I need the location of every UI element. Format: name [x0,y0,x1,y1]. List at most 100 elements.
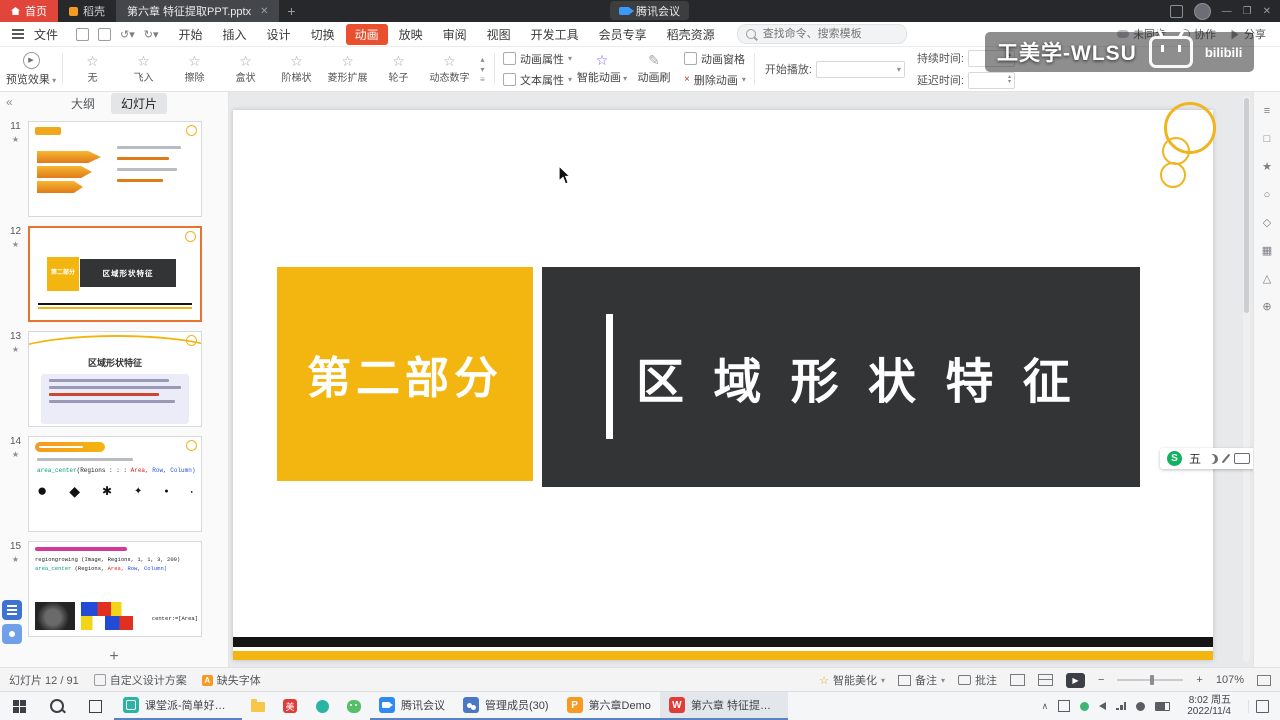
menu-devtools[interactable]: 开发工具 [522,24,588,45]
delete-animation-button[interactable]: × 删除动画 ▾ [684,72,746,88]
effects-icon[interactable]: ★ [1262,162,1272,173]
animation-dynamic-number[interactable]: ☆ 动态数字 [424,47,475,91]
slide-thumbnail-15[interactable]: regiongrowing (Image, Regions, 1, 1, 3, … [28,541,202,637]
tray-app-icon[interactable] [1058,700,1071,712]
taskbar-app-tencent-meeting[interactable]: 腾讯会议 [370,692,454,720]
animation-none[interactable]: ☆ 无 [67,47,118,91]
docer-tab[interactable]: 稻壳 [58,0,116,22]
scrollbar-thumb[interactable] [1244,98,1249,314]
ime-mode-label[interactable]: 五 [1189,450,1201,467]
comments-button[interactable]: 批注 [957,672,997,688]
zoom-level[interactable]: 107% [1216,674,1244,686]
color-icon[interactable]: ○ [1264,190,1271,201]
pen-icon[interactable] [1221,453,1231,464]
zoom-out-icon[interactable]: − [1098,674,1104,686]
title-box[interactable]: 区 域 形 状 特 征 [542,267,1140,487]
chart-icon[interactable]: △ [1263,274,1271,285]
menu-animation[interactable]: 动画 [345,23,388,45]
notes-button[interactable]: 备注 ▾ [897,672,945,688]
animation-brush-button[interactable]: ✎ 动画刷 [628,47,680,91]
play-slideshow-button[interactable]: ▶ [1065,672,1085,688]
redo-icon[interactable]: ↻▾ [144,28,159,41]
start-button[interactable] [0,692,38,720]
slide-thumbnail-13[interactable]: 区域形状特征 [28,331,202,427]
new-tab-button[interactable]: + [279,0,303,22]
zoom-slider[interactable] [1117,675,1184,685]
animation-wheel[interactable]: ☆ 轮子 [373,47,424,91]
restore-button[interactable]: ❐ [1243,6,1252,17]
slide-thumbnail-14[interactable]: area_center(Regions : : : Area, Row, Col… [28,436,202,532]
zoom-in-icon[interactable]: + [1196,674,1202,686]
ime-logo-icon[interactable]: S [1167,451,1182,466]
taskbar-feishu[interactable] [306,692,338,720]
plugin-icon[interactable]: ⊕ [1262,302,1271,313]
slide-12-editing-area[interactable]: 第二部分 区 域 形 状 特 征 [233,102,1216,660]
volume-icon[interactable] [1099,702,1107,710]
taskbar-file-explorer[interactable] [242,692,274,720]
menu-start[interactable]: 开始 [170,24,212,45]
taskbar-app-chapter6-demo[interactable]: P 第六章Demo [557,692,660,720]
shape-icon[interactable]: ◇ [1263,218,1271,229]
animation-wipe[interactable]: ☆ 擦除 [169,47,220,91]
clock[interactable]: 8:02 周五 2022/11/4 [1180,695,1238,717]
user-avatar[interactable] [1193,2,1211,20]
taskbar-app-manage-members[interactable]: 管理成员(30) [454,692,558,720]
grid-icon[interactable]: ▦ [1262,246,1272,257]
missing-font-warning[interactable]: A 缺失字体 [201,672,261,688]
apps-grid-icon[interactable] [1169,4,1183,18]
gallery-scroll-up-icon[interactable]: ▴ [480,55,484,64]
search-input[interactable] [760,27,875,41]
gallery-more-icon[interactable]: ≡ [480,75,485,84]
taskbar-meitu[interactable]: 美 [274,692,306,720]
animation-stairs[interactable]: ☆ 阶梯状 [271,47,322,91]
animation-pane-button[interactable]: 动画窗格 [684,51,746,67]
taskbar-search-button[interactable] [38,692,76,720]
slide-sorter-view-icon[interactable] [1037,674,1053,686]
hamburger-icon[interactable] [12,33,24,35]
smart-animation-button[interactable]: ☆ 智能动画 ▾ [576,47,628,91]
delay-spinner[interactable]: ▴ ▾ [968,71,1015,89]
menu-docer-resources[interactable]: 稻壳资源 [658,24,724,45]
animation-properties-button[interactable]: 动画属性 ▾ [503,51,572,67]
minimize-button[interactable]: — [1222,6,1232,17]
start-play-select[interactable]: ▾ [815,60,905,78]
menu-transition[interactable]: 切换 [302,24,344,45]
preview-effect-button[interactable]: ▶ 预览效果 ▾ [4,47,58,91]
animation-diamond[interactable]: ☆ 菱形扩展 [322,47,373,91]
menu-slideshow[interactable]: 放映 [390,24,432,45]
floating-widget-dot-icon[interactable] [2,624,22,644]
smart-beautify-button[interactable]: ☆ 智能美化 ▾ [819,672,885,688]
tab-outline[interactable]: 大纲 [61,93,105,114]
ime-toolbar[interactable]: S 五 [1160,448,1253,469]
tray-green-icon[interactable] [1080,701,1090,711]
menu-member[interactable]: 会员专享 [590,24,656,45]
keyboard-icon[interactable] [1234,453,1251,464]
tray-expand-icon[interactable]: ∧ [1042,701,1049,712]
tencent-meeting-pill[interactable]: 腾讯会议 [610,1,689,20]
collapse-panel-icon[interactable]: « [6,95,13,109]
fit-to-window-icon[interactable] [1257,674,1271,686]
animation-fly-in[interactable]: ☆ 飞入 [118,47,169,91]
design-scheme-button[interactable]: 自定义设计方案 [93,672,187,688]
tab-slides[interactable]: 幻灯片 [111,92,168,114]
document-tab[interactable]: 第六章 特征提取PPT.pptx ✕ [116,0,280,22]
gallery-scroll-down-icon[interactable]: ▾ [480,65,484,74]
normal-view-icon[interactable] [1009,674,1025,686]
layout-icon[interactable]: □ [1264,134,1271,145]
menu-insert[interactable]: 插入 [214,24,256,45]
properties-icon[interactable]: ≡ [1264,106,1270,117]
print-icon[interactable] [98,27,112,41]
action-center-button[interactable] [1248,699,1276,713]
moon-icon[interactable] [1208,454,1218,464]
zoom-slider-thumb[interactable] [1150,675,1155,685]
tray-status-icon[interactable] [1136,701,1146,711]
slide-thumbnail-11[interactable] [28,121,202,217]
taskbar-app-ketangpai[interactable]: 课堂派-简单好用的... [114,692,242,720]
menu-review[interactable]: 审阅 [434,24,476,45]
home-tab[interactable]: 首页 [0,0,58,22]
canvas-scrollbar[interactable] [1243,96,1250,662]
save-icon[interactable] [76,27,90,41]
text-properties-button[interactable]: 文本属性 ▾ [503,72,572,88]
menu-file[interactable]: 文件 [32,26,66,43]
document-tab-close-icon[interactable]: ✕ [260,6,268,17]
